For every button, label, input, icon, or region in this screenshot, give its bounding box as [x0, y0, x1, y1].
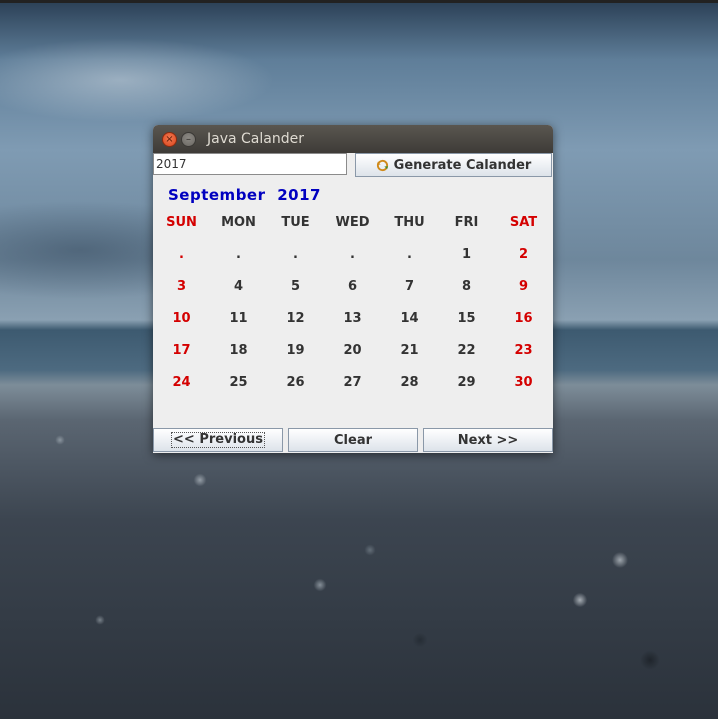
day-cell: 3: [176, 279, 187, 294]
empty-day-cell: .: [350, 247, 355, 262]
month-year-heading: September 2017: [168, 186, 321, 204]
day-cell: 19: [286, 343, 305, 358]
day-cell: 16: [514, 311, 533, 326]
day-cell: 29: [457, 375, 476, 390]
day-cell: 10: [172, 311, 191, 326]
clear-button-label: Clear: [334, 432, 372, 448]
year-number: 2017: [277, 186, 321, 204]
day-cell: 26: [286, 375, 305, 390]
calendar-window: × – Java Calander Generate Calander Sept…: [153, 125, 553, 453]
day-cell: 5: [290, 279, 301, 294]
generate-calendar-label: Generate Calander: [393, 157, 532, 173]
day-cell: 28: [400, 375, 419, 390]
minimize-icon[interactable]: –: [181, 132, 196, 147]
previous-month-button[interactable]: << Previous: [153, 428, 283, 452]
day-header-mon: MON: [221, 215, 256, 230]
day-header-thu: THU: [394, 215, 425, 230]
day-header-wed: WED: [335, 215, 370, 230]
day-cell: 15: [457, 311, 476, 326]
empty-day-cell: .: [293, 247, 298, 262]
day-header-sun: SUN: [166, 215, 197, 230]
empty-day-cell: .: [179, 247, 184, 262]
window-titlebar[interactable]: × – Java Calander: [153, 125, 553, 153]
next-month-button[interactable]: Next >>: [423, 428, 553, 452]
day-cell: 8: [461, 279, 472, 294]
previous-button-label: << Previous: [171, 432, 265, 448]
empty-day-cell: .: [236, 247, 241, 262]
day-cell: 14: [400, 311, 419, 326]
month-name: September: [168, 186, 266, 204]
year-input[interactable]: [153, 153, 347, 175]
day-header-tue: TUE: [281, 215, 310, 230]
day-cell: 25: [229, 375, 248, 390]
day-cell: 9: [518, 279, 529, 294]
day-cell: 22: [457, 343, 476, 358]
day-cell: 11: [229, 311, 248, 326]
next-button-label: Next >>: [457, 432, 519, 448]
day-cell: 6: [347, 279, 358, 294]
day-cell: 2: [518, 247, 529, 262]
day-cell: 13: [343, 311, 362, 326]
refresh-icon: [376, 159, 388, 171]
day-cell: 17: [172, 343, 191, 358]
day-cell: 20: [343, 343, 362, 358]
day-cell: 30: [514, 375, 533, 390]
day-cell: 12: [286, 311, 305, 326]
day-cell: 4: [233, 279, 244, 294]
day-cell: 27: [343, 375, 362, 390]
day-cell: 21: [400, 343, 419, 358]
clear-button[interactable]: Clear: [288, 428, 418, 452]
empty-day-cell: .: [407, 247, 412, 262]
day-cell: 24: [172, 375, 191, 390]
day-header-sat: SAT: [509, 215, 538, 230]
day-cell: 1: [461, 247, 472, 262]
generate-calendar-button[interactable]: Generate Calander: [355, 153, 552, 177]
day-cell: 18: [229, 343, 248, 358]
day-cell: 23: [514, 343, 533, 358]
day-header-fri: FRI: [454, 215, 479, 230]
window-title: Java Calander: [207, 131, 304, 147]
close-icon[interactable]: ×: [162, 132, 177, 147]
top-panel-edge: [0, 0, 718, 3]
day-cell: 7: [404, 279, 415, 294]
